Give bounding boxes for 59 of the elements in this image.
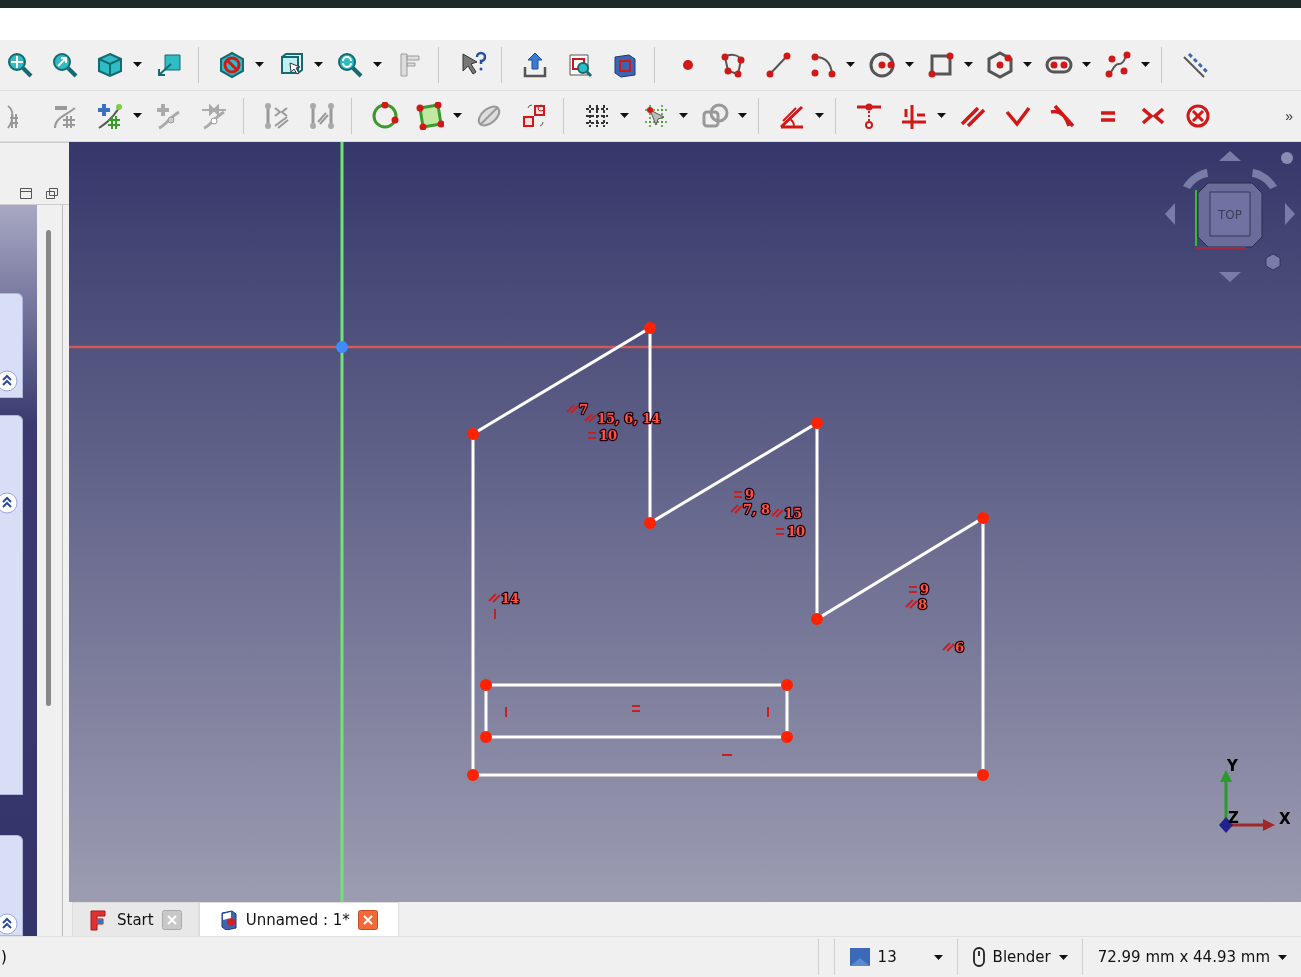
dropdown-arrow-icon[interactable] xyxy=(933,954,943,960)
sketch-point[interactable] xyxy=(811,612,823,625)
sketch-point[interactable] xyxy=(644,321,656,334)
constraint-label: 7, 8 xyxy=(743,501,771,517)
window-icon xyxy=(849,948,870,966)
z-axis-label: Z xyxy=(1228,808,1239,827)
dropdown-arrow-icon[interactable] xyxy=(937,113,946,119)
scrollbar-thumb[interactable] xyxy=(46,229,51,706)
status-message: ) xyxy=(1,948,7,966)
collapse-icon[interactable] xyxy=(0,369,18,392)
constraint-label: 7 xyxy=(579,401,589,417)
dropdown-arrow-icon[interactable] xyxy=(1023,62,1032,68)
constraint-label: 14 xyxy=(501,590,520,606)
sketch-point[interactable] xyxy=(644,516,656,529)
collapse-icon[interactable] xyxy=(0,491,18,514)
dropdown-arrow-icon[interactable] xyxy=(815,113,824,119)
x-axis-label: X xyxy=(1279,809,1291,828)
constraint-label: 8 xyxy=(918,596,928,612)
constraint-label: 6 xyxy=(955,639,965,655)
mouse-icon xyxy=(972,947,985,967)
dropdown-arrow-icon[interactable] xyxy=(1278,954,1287,960)
logo-icon xyxy=(89,908,109,931)
dropdown-arrow-icon[interactable] xyxy=(1141,62,1150,68)
dropdown-arrow-icon[interactable] xyxy=(1058,954,1068,960)
dropdown-arrow-icon[interactable] xyxy=(846,62,855,68)
dropdown-arrow-icon[interactable] xyxy=(738,113,747,119)
dropdown-arrow-icon[interactable] xyxy=(133,62,142,68)
dropdown-arrow-icon[interactable] xyxy=(964,62,973,68)
dropdown-arrow-icon[interactable] xyxy=(679,113,688,119)
navigation-cube-drawing[interactable] xyxy=(1165,150,1295,282)
navigation-style-button[interactable]: Blender xyxy=(972,947,1082,967)
dropdown-arrow-icon[interactable] xyxy=(255,62,264,68)
dropdown-arrow-icon[interactable] xyxy=(133,113,142,119)
y-axis-label: Y xyxy=(1227,756,1238,775)
toolbar-overflow-button[interactable]: » xyxy=(1279,107,1299,124)
document-tab[interactable]: Start xyxy=(72,902,199,937)
document-icon xyxy=(219,909,238,930)
window-icon[interactable] xyxy=(20,187,32,199)
origin-point xyxy=(336,340,348,353)
constraint-label: 9 xyxy=(920,581,930,597)
sketch-point[interactable] xyxy=(977,768,989,781)
constraint-label: 10 xyxy=(599,427,618,443)
dropdown-arrow-icon[interactable] xyxy=(453,113,462,119)
axis-triad-drawing xyxy=(1219,769,1275,833)
dimensions-button[interactable]: 72.99 mm x 44.93 mm xyxy=(1097,948,1301,966)
dropdown-arrow-icon[interactable] xyxy=(314,62,323,68)
dropdown-arrow-icon[interactable] xyxy=(373,62,382,68)
visibility-count-button[interactable]: 13 xyxy=(849,948,957,966)
document-tab[interactable]: Unnamed : 1* xyxy=(198,902,399,937)
sketch-point[interactable] xyxy=(467,768,479,781)
dropdown-arrow-icon[interactable] xyxy=(1082,62,1091,68)
dropdown-arrow-icon[interactable] xyxy=(620,113,629,119)
constraint-label: 10 xyxy=(787,523,806,539)
dropdown-arrow-icon[interactable] xyxy=(905,62,914,68)
close-icon[interactable] xyxy=(357,909,378,930)
collapse-icon[interactable] xyxy=(0,912,18,935)
constraint-label: 15 xyxy=(784,505,803,521)
restore-icon[interactable] xyxy=(46,187,58,199)
constraint-label: 9 xyxy=(745,486,755,502)
